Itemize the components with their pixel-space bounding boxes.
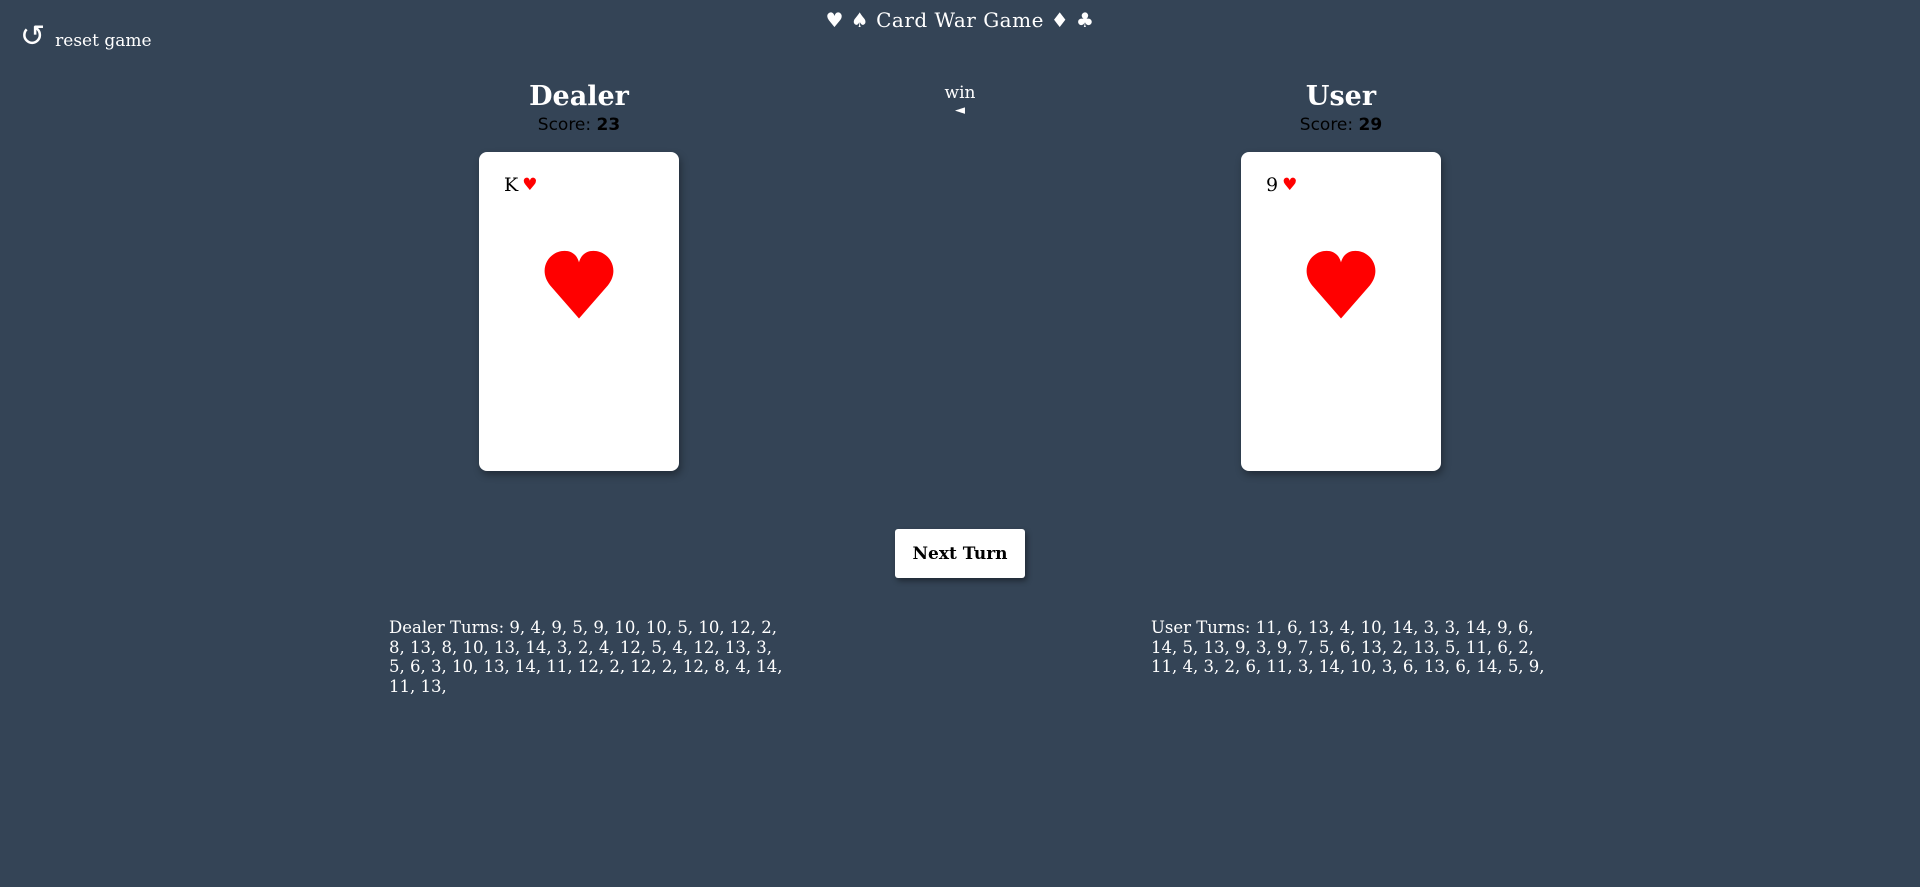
reset-game-button[interactable]: ↺ reset game [20, 22, 152, 52]
dealer-card: K ♥ [479, 152, 679, 471]
heart-icon [544, 250, 614, 319]
user-card-corner: 9 ♥ [1266, 174, 1297, 196]
dealer-card-rank: K [504, 174, 519, 196]
dealer-score: Score: 23 [429, 114, 729, 136]
user-header: User Score: 29 [1191, 80, 1491, 136]
dealer-header: Dealer Score: 23 [429, 80, 729, 136]
dealer-score-label: Score: [537, 115, 597, 135]
user-card-center [1241, 248, 1441, 320]
round-result: win ◄ [900, 83, 1020, 119]
user-card-rank: 9 [1266, 174, 1279, 196]
user-card-suit-icon: ♥ [1282, 175, 1298, 195]
dealer-card-corner: K ♥ [504, 174, 537, 196]
next-turn-button[interactable]: Next Turn [895, 529, 1025, 578]
winner-arrow-icon: ◄ [955, 103, 965, 118]
dealer-name: Dealer [529, 81, 629, 112]
user-score: Score: 29 [1191, 114, 1491, 136]
user-score-value: 29 [1358, 115, 1383, 135]
game-title: ♥ ♠ Card War Game ♦ ♣ [825, 8, 1095, 32]
user-score-label: Score: [1299, 115, 1359, 135]
dealer-score-value: 23 [596, 115, 621, 135]
dealer-card-center [479, 248, 679, 320]
reset-game-label[interactable]: reset game [55, 30, 151, 52]
dealer-card-suit-icon: ♥ [522, 175, 538, 195]
user-card: 9 ♥ [1241, 152, 1441, 471]
heart-icon [1306, 250, 1376, 319]
user-turns-history: User Turns: 11, 6, 13, 4, 10, 14, 3, 3, … [1151, 618, 1545, 676]
round-result-label: win [944, 83, 976, 103]
reset-icon[interactable]: ↺ [20, 22, 45, 52]
user-name: User [1305, 81, 1377, 112]
dealer-turns-history: Dealer Turns: 9, 4, 9, 5, 9, 10, 10, 5, … [389, 618, 783, 696]
